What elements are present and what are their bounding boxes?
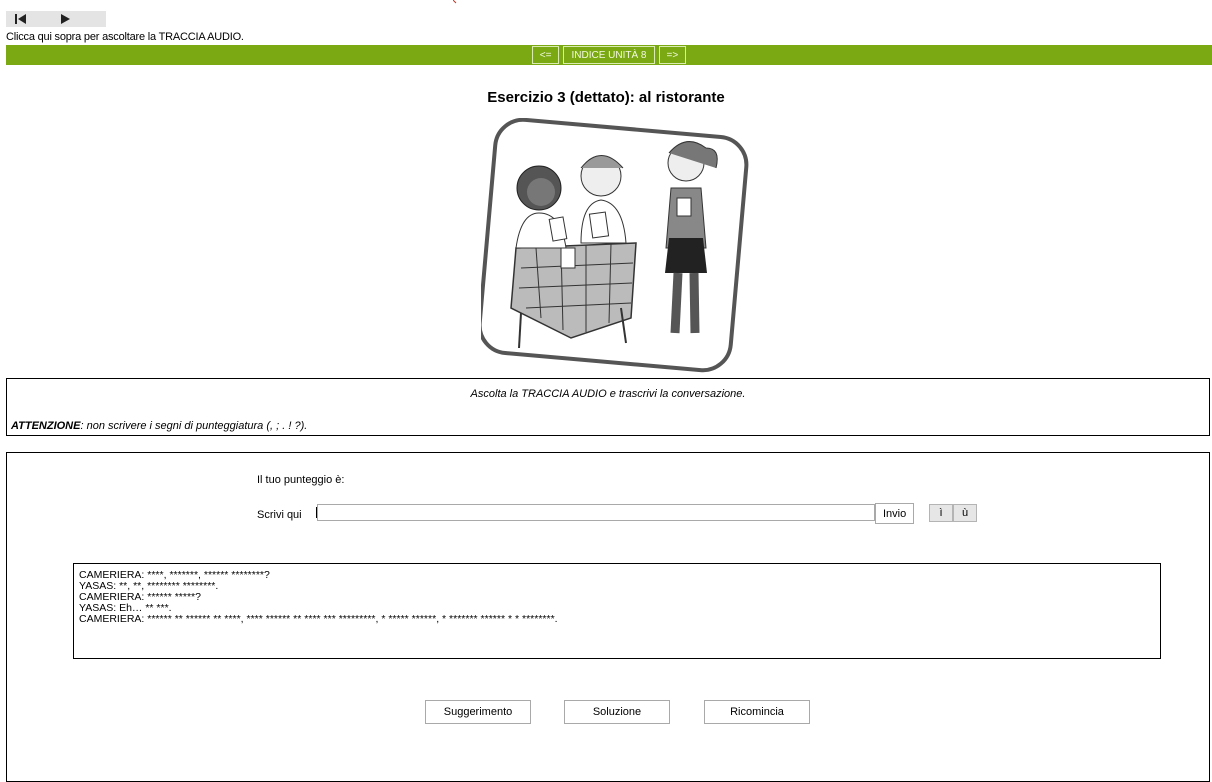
dialogue-line: CAMERIERA: ****** ** ****** ** ****, ***… [79,613,558,625]
dialogue-line: CAMERIERA: ****** *****? [79,591,201,603]
next-button[interactable]: => [658,46,687,64]
solution-button[interactable]: Soluzione [564,700,670,724]
dialogue-line: CAMERIERA: ****, *******, ****** *******… [79,569,270,581]
audio-player [6,11,106,27]
char-u-grave-button[interactable]: ù [953,504,977,522]
submit-button[interactable]: Invio [875,503,915,524]
char-i-grave-button[interactable]: ì [929,504,953,522]
write-label: Scrivi qui [257,509,302,521]
prev-button[interactable]: <= [531,46,560,64]
rewind-icon[interactable] [10,11,32,27]
unit-navbar: <= INDICE UNITÀ 8 => [6,45,1212,65]
hint-button[interactable]: Suggerimento [425,700,531,724]
red-mark-icon [453,0,457,4]
warning-label: ATTENZIONE [11,420,81,432]
dialogue-box: CAMERIERA: ****, *******, ****** *******… [73,563,1161,659]
restart-button[interactable]: Ricomincia [704,700,810,724]
warning-line: ATTENZIONE: non scrivere i segni di punt… [11,420,307,432]
score-label: Il tuo punteggio è: [257,474,345,486]
warning-text: : non scrivere i segni di punteggiatura … [80,420,308,432]
page-title: Esercizio 3 (dettato): al ristorante [487,89,725,106]
exercise-panel: Il tuo punteggio è: Scrivi qui Invio ì ù… [6,452,1210,782]
instructions-panel: Ascolta la TRACCIA AUDIO e trascrivi la … [6,378,1210,436]
play-icon[interactable] [54,11,76,27]
text-cursor [316,507,317,518]
index-button[interactable]: INDICE UNITÀ 8 [563,46,655,64]
special-chars: ì ù [929,504,977,522]
answer-input[interactable] [317,504,875,521]
audio-hint: Clicca qui sopra per ascoltare la TRACCI… [6,31,244,43]
dialogue-line: YASAS: **, **, ******** ********. [79,580,219,592]
restaurant-illustration [481,118,749,373]
instructions-line: Ascolta la TRACCIA AUDIO e trascrivi la … [470,388,746,400]
